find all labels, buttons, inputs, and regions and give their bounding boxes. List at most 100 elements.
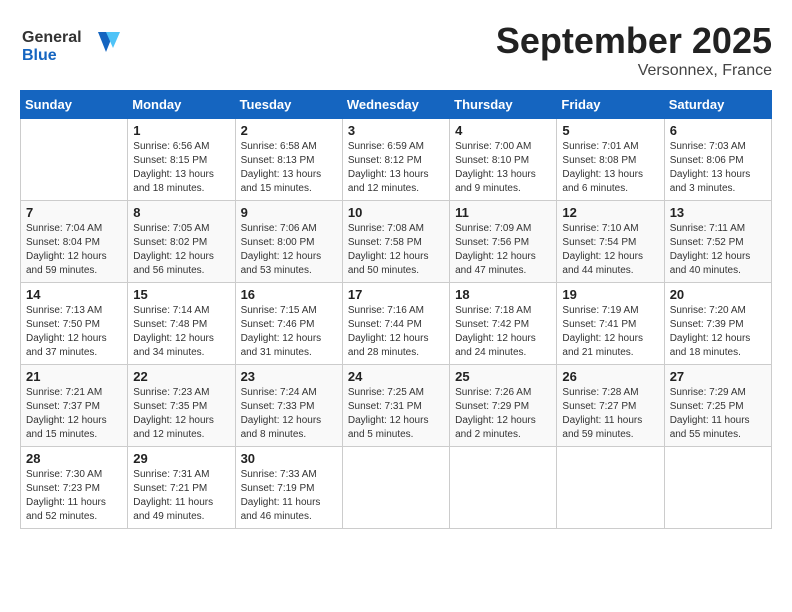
day-number: 1 [133,123,229,138]
calendar-cell: 16 Sunrise: 7:15 AMSunset: 7:46 PMDayligh… [235,283,342,365]
calendar-cell [557,447,664,529]
day-number: 22 [133,369,229,384]
day-info: Sunrise: 7:05 AMSunset: 8:02 PMDaylight:… [133,222,229,278]
calendar-cell: 7 Sunrise: 7:04 AMSunset: 8:04 PMDaylight… [21,201,128,283]
calendar-week-3: 14Sunrise: 7:13 AMSunset: 7:50 PMDayligh… [21,283,772,365]
day-number: 6 [670,123,766,138]
calendar-cell [21,119,128,201]
calendar-cell: 14Sunrise: 7:13 AMSunset: 7:50 PMDayligh… [21,283,128,365]
day-header-tuesday: Tuesday [235,91,342,119]
day-header-friday: Friday [557,91,664,119]
calendar-cell: 8 Sunrise: 7:05 AMSunset: 8:02 PMDaylight… [128,201,235,283]
calendar-cell: 17 Sunrise: 7:16 AMSunset: 7:44 PMDayligh… [342,283,449,365]
day-info: Sunrise: 7:30 AMSunset: 7:23 PMDaylight:… [26,468,122,524]
calendar-cell: 1 Sunrise: 6:56 AMSunset: 8:15 PMDaylight… [128,119,235,201]
day-info: Sunrise: 7:21 AMSunset: 7:37 PMDaylight:… [26,386,122,442]
day-info: Sunrise: 7:19 AMSunset: 7:41 PMDaylight:… [562,304,658,360]
calendar-cell: 5 Sunrise: 7:01 AMSunset: 8:08 PMDaylight… [557,119,664,201]
calendar-week-4: 21Sunrise: 7:21 AMSunset: 7:37 PMDayligh… [21,365,772,447]
day-number: 14 [26,287,122,302]
calendar-cell: 19 Sunrise: 7:19 AMSunset: 7:41 PMDayligh… [557,283,664,365]
logo: General Blue [20,20,140,75]
day-info: Sunrise: 7:01 AMSunset: 8:08 PMDaylight:… [562,140,658,196]
calendar-cell: 21Sunrise: 7:21 AMSunset: 7:37 PMDayligh… [21,365,128,447]
calendar-cell: 12 Sunrise: 7:10 AMSunset: 7:54 PMDayligh… [557,201,664,283]
day-number: 20 [670,287,766,302]
day-number: 8 [133,205,229,220]
day-info: Sunrise: 7:23 AMSunset: 7:35 PMDaylight:… [133,386,229,442]
calendar-cell: 3Sunrise: 6:59 AMSunset: 8:12 PMDaylight… [342,119,449,201]
day-info: Sunrise: 7:24 AMSunset: 7:33 PMDaylight:… [241,386,337,442]
calendar-cell: 20 Sunrise: 7:20 AMSunset: 7:39 PMDayligh… [664,283,771,365]
day-info: Sunrise: 7:15 AMSunset: 7:46 PMDaylight:… [241,304,337,360]
day-number: 5 [562,123,658,138]
calendar-cell: 11Sunrise: 7:09 AMSunset: 7:56 PMDayligh… [450,201,557,283]
calendar-cell: 24 Sunrise: 7:25 AMSunset: 7:31 PMDayligh… [342,365,449,447]
day-info: Sunrise: 7:14 AMSunset: 7:48 PMDaylight:… [133,304,229,360]
day-number: 7 [26,205,122,220]
day-number: 17 [348,287,444,302]
month-title: September 2025 [496,20,772,62]
day-number: 12 [562,205,658,220]
calendar-cell [450,447,557,529]
day-number: 16 [241,287,337,302]
day-number: 19 [562,287,658,302]
day-info: Sunrise: 7:04 AMSunset: 8:04 PMDaylight:… [26,222,122,278]
day-number: 27 [670,369,766,384]
calendar-cell: 6 Sunrise: 7:03 AMSunset: 8:06 PMDaylight… [664,119,771,201]
day-number: 28 [26,451,122,466]
day-info: Sunrise: 7:20 AMSunset: 7:39 PMDaylight:… [670,304,766,360]
day-number: 2 [241,123,337,138]
day-info: Sunrise: 6:59 AMSunset: 8:12 PMDaylight:… [348,140,444,196]
day-info: Sunrise: 7:33 AMSunset: 7:19 PMDaylight:… [241,468,337,524]
day-number: 26 [562,369,658,384]
day-info: Sunrise: 6:58 AMSunset: 8:13 PMDaylight:… [241,140,337,196]
day-header-sunday: Sunday [21,91,128,119]
day-number: 29 [133,451,229,466]
day-number: 25 [455,369,551,384]
day-number: 24 [348,369,444,384]
day-number: 10 [348,205,444,220]
svg-text:General: General [22,29,82,46]
calendar-cell: 23 Sunrise: 7:24 AMSunset: 7:33 PMDayligh… [235,365,342,447]
day-info: Sunrise: 7:16 AMSunset: 7:44 PMDaylight:… [348,304,444,360]
day-number: 15 [133,287,229,302]
calendar-table: SundayMondayTuesdayWednesdayThursdayFrid… [20,90,772,529]
calendar-cell: 18Sunrise: 7:18 AMSunset: 7:42 PMDayligh… [450,283,557,365]
title-block: September 2025 Versonnex, France [496,20,772,80]
calendar-cell: 25 Sunrise: 7:26 AMSunset: 7:29 PMDayligh… [450,365,557,447]
calendar-cell: 4Sunrise: 7:00 AMSunset: 8:10 PMDaylight… [450,119,557,201]
day-info: Sunrise: 7:10 AMSunset: 7:54 PMDaylight:… [562,222,658,278]
calendar-cell: 10Sunrise: 7:08 AMSunset: 7:58 PMDayligh… [342,201,449,283]
day-number: 23 [241,369,337,384]
day-info: Sunrise: 7:00 AMSunset: 8:10 PMDaylight:… [455,140,551,196]
day-info: Sunrise: 7:31 AMSunset: 7:21 PMDaylight:… [133,468,229,524]
day-number: 9 [241,205,337,220]
calendar-cell: 27Sunrise: 7:29 AMSunset: 7:25 PMDayligh… [664,365,771,447]
day-header-monday: Monday [128,91,235,119]
day-info: Sunrise: 7:06 AMSunset: 8:00 PMDaylight:… [241,222,337,278]
day-number: 11 [455,205,551,220]
svg-text:Blue: Blue [22,47,57,64]
location: Versonnex, France [496,62,772,80]
calendar-cell: 13 Sunrise: 7:11 AMSunset: 7:52 PMDayligh… [664,201,771,283]
day-info: Sunrise: 7:03 AMSunset: 8:06 PMDaylight:… [670,140,766,196]
calendar-cell: 29 Sunrise: 7:31 AMSunset: 7:21 PMDayligh… [128,447,235,529]
day-info: Sunrise: 7:11 AMSunset: 7:52 PMDaylight:… [670,222,766,278]
day-number: 13 [670,205,766,220]
calendar-cell: 2 Sunrise: 6:58 AMSunset: 8:13 PMDaylight… [235,119,342,201]
calendar-header-row: SundayMondayTuesdayWednesdayThursdayFrid… [21,91,772,119]
calendar-week-1: 1 Sunrise: 6:56 AMSunset: 8:15 PMDaylight… [21,119,772,201]
logo-text: General Blue [20,20,140,75]
day-header-saturday: Saturday [664,91,771,119]
day-number: 30 [241,451,337,466]
day-info: Sunrise: 7:28 AMSunset: 7:27 PMDaylight:… [562,386,658,442]
day-number: 18 [455,287,551,302]
day-info: Sunrise: 6:56 AMSunset: 8:15 PMDaylight:… [133,140,229,196]
page-header: General Blue September 2025 Versonnex, F… [20,20,772,80]
day-info: Sunrise: 7:25 AMSunset: 7:31 PMDaylight:… [348,386,444,442]
calendar-cell: 9 Sunrise: 7:06 AMSunset: 8:00 PMDaylight… [235,201,342,283]
calendar-cell: 15 Sunrise: 7:14 AMSunset: 7:48 PMDayligh… [128,283,235,365]
day-info: Sunrise: 7:26 AMSunset: 7:29 PMDaylight:… [455,386,551,442]
calendar-cell: 28 Sunrise: 7:30 AMSunset: 7:23 PMDayligh… [21,447,128,529]
